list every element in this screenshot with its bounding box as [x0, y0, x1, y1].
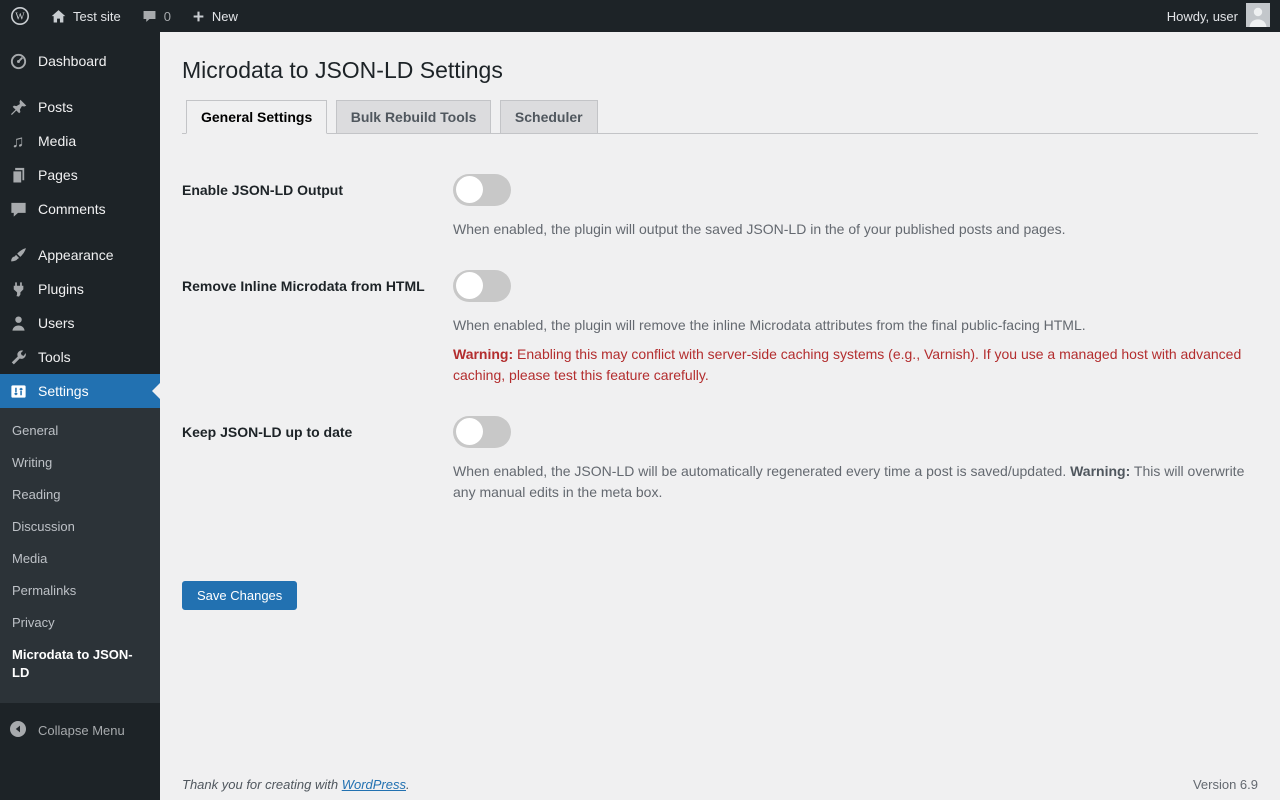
submenu-item-writing[interactable]: Writing — [0, 447, 160, 479]
sidebar-item-comments[interactable]: Comments — [0, 192, 160, 226]
setting-warning: Warning: Enabling this may conflict with… — [453, 344, 1258, 386]
sidebar-item-label: Dashboard — [38, 53, 107, 69]
music-note-icon: ♫ — [11, 131, 25, 151]
sidebar-item-label: Comments — [38, 201, 106, 217]
sidebar-item-label: Users — [38, 315, 75, 331]
comments-menu[interactable]: 0 — [131, 0, 181, 32]
sidebar-item-plugins[interactable]: Plugins — [0, 272, 160, 306]
collapse-arrow-icon — [8, 719, 28, 742]
svg-text:W: W — [15, 12, 25, 23]
howdy-text: Howdy, user — [1166, 8, 1238, 24]
collapse-menu-button[interactable]: Collapse Menu — [0, 713, 160, 747]
admin-bar: W Test site 0 New Howdy, user — [0, 0, 1280, 32]
wrench-icon — [8, 347, 28, 367]
pushpin-icon — [8, 97, 28, 117]
plus-icon — [191, 9, 206, 24]
sidebar-item-label: Tools — [38, 349, 71, 365]
plug-icon — [8, 279, 28, 299]
setting-description: When enabled, the plugin will remove the… — [453, 316, 1086, 333]
tab-bulk-rebuild-tools[interactable]: Bulk Rebuild Tools — [335, 99, 492, 133]
collapse-menu-label: Collapse Menu — [38, 722, 125, 738]
submenu-item-discussion[interactable]: Discussion — [0, 511, 160, 543]
enable-jsonld-toggle[interactable] — [453, 173, 511, 206]
main-content: Microdata to JSON-LD Settings General Se… — [160, 32, 1280, 800]
sidebar-item-users[interactable]: Users — [0, 306, 160, 340]
current-menu-arrow — [144, 383, 160, 399]
submenu-item-permalinks[interactable]: Permalinks — [0, 575, 160, 607]
sidebar-item-label: Media — [38, 133, 77, 149]
setting-label: Keep JSON-LD up to date — [182, 423, 353, 440]
setting-label: Enable JSON-LD Output — [182, 181, 343, 198]
paintbrush-icon — [8, 245, 28, 265]
admin-sidebar: Dashboard Posts ♫ Media Pages Comments A… — [0, 32, 160, 800]
sidebar-item-dashboard[interactable]: Dashboard — [0, 44, 160, 78]
remove-microdata-toggle[interactable] — [453, 269, 511, 302]
footer-thanks: Thank you for creating with WordPress. — [182, 777, 410, 792]
pages-icon — [8, 165, 28, 185]
sidebar-item-posts[interactable]: Posts — [0, 90, 160, 124]
admin-footer: Thank you for creating with WordPress. V… — [182, 777, 1258, 792]
inline-warning-label: Warning: — [1070, 462, 1131, 479]
setting-row-remove-microdata: Remove Inline Microdata from HTML When e… — [182, 269, 1258, 386]
comment-bubble-icon — [141, 8, 158, 25]
warning-text: Enabling this may conflict with server-s… — [453, 345, 1242, 383]
submenu-item-media[interactable]: Media — [0, 543, 160, 575]
menu-separator — [0, 78, 160, 90]
comment-count: 0 — [163, 8, 171, 24]
wordpress-logo-icon: W — [10, 6, 30, 26]
toggle-knob — [456, 176, 483, 204]
submenu-item-privacy[interactable]: Privacy — [0, 607, 160, 639]
tab-general-settings[interactable]: General Settings — [186, 99, 328, 134]
sidebar-item-tools[interactable]: Tools — [0, 340, 160, 374]
comments-icon — [8, 199, 28, 219]
setting-label: Remove Inline Microdata from HTML — [182, 277, 425, 294]
site-name: Test site — [73, 8, 121, 24]
submenu-item-general[interactable]: General — [0, 415, 160, 447]
wordpress-logo-menu[interactable]: W — [0, 0, 40, 32]
sidebar-item-label: Appearance — [38, 247, 114, 263]
site-name-menu[interactable]: Test site — [40, 0, 131, 32]
new-menu[interactable]: New — [181, 0, 248, 32]
tab-scheduler[interactable]: Scheduler — [499, 99, 598, 133]
settings-form: Enable JSON-LD Output When enabled, the … — [182, 173, 1258, 503]
settings-submenu: General Writing Reading Discussion Media… — [0, 408, 160, 703]
dashboard-icon — [8, 51, 28, 71]
footer-version: Version 6.9 — [1192, 777, 1258, 792]
wordpress-link[interactable]: WordPress — [342, 777, 406, 792]
toggle-knob — [456, 418, 483, 446]
sidebar-item-pages[interactable]: Pages — [0, 158, 160, 192]
sidebar-item-label: Pages — [38, 167, 78, 183]
description-text: When enabled, the JSON-LD will be automa… — [453, 462, 1071, 479]
avatar — [1246, 2, 1270, 30]
settings-sliders-icon — [8, 381, 28, 401]
tab-bar: General Settings Bulk Rebuild Tools Sche… — [182, 99, 1258, 134]
setting-row-keep-up-to-date: Keep JSON-LD up to date When enabled, th… — [182, 415, 1258, 503]
page-title: Microdata to JSON-LD Settings — [182, 57, 503, 83]
my-account-menu[interactable]: Howdy, user — [1166, 2, 1270, 30]
sidebar-item-label: Plugins — [38, 281, 84, 297]
sidebar-item-appearance[interactable]: Appearance — [0, 238, 160, 272]
new-label: New — [211, 8, 238, 24]
sidebar-item-media[interactable]: ♫ Media — [0, 124, 160, 158]
menu-separator — [0, 226, 160, 238]
submenu-item-microdata-to-json-ld[interactable]: Microdata to JSON-LD — [0, 639, 160, 689]
thanks-prefix: Thank you for creating with — [182, 777, 342, 792]
home-icon — [50, 8, 67, 25]
setting-description: When enabled, the plugin will output the… — [453, 220, 1066, 237]
save-changes-button[interactable]: Save Changes — [182, 580, 298, 610]
submenu-item-reading[interactable]: Reading — [0, 479, 160, 511]
keep-up-to-date-toggle[interactable] — [453, 415, 511, 448]
thanks-suffix: . — [406, 777, 410, 792]
sidebar-item-label: Posts — [38, 99, 74, 115]
sidebar-item-label: Settings — [38, 383, 89, 399]
user-icon — [8, 313, 28, 333]
setting-row-enable-jsonld: Enable JSON-LD Output When enabled, the … — [182, 173, 1258, 240]
setting-description: When enabled, the JSON-LD will be automa… — [453, 461, 1258, 503]
warning-label: Warning: — [453, 345, 514, 362]
toggle-knob — [456, 272, 483, 300]
sidebar-item-settings[interactable]: Settings — [0, 374, 160, 408]
